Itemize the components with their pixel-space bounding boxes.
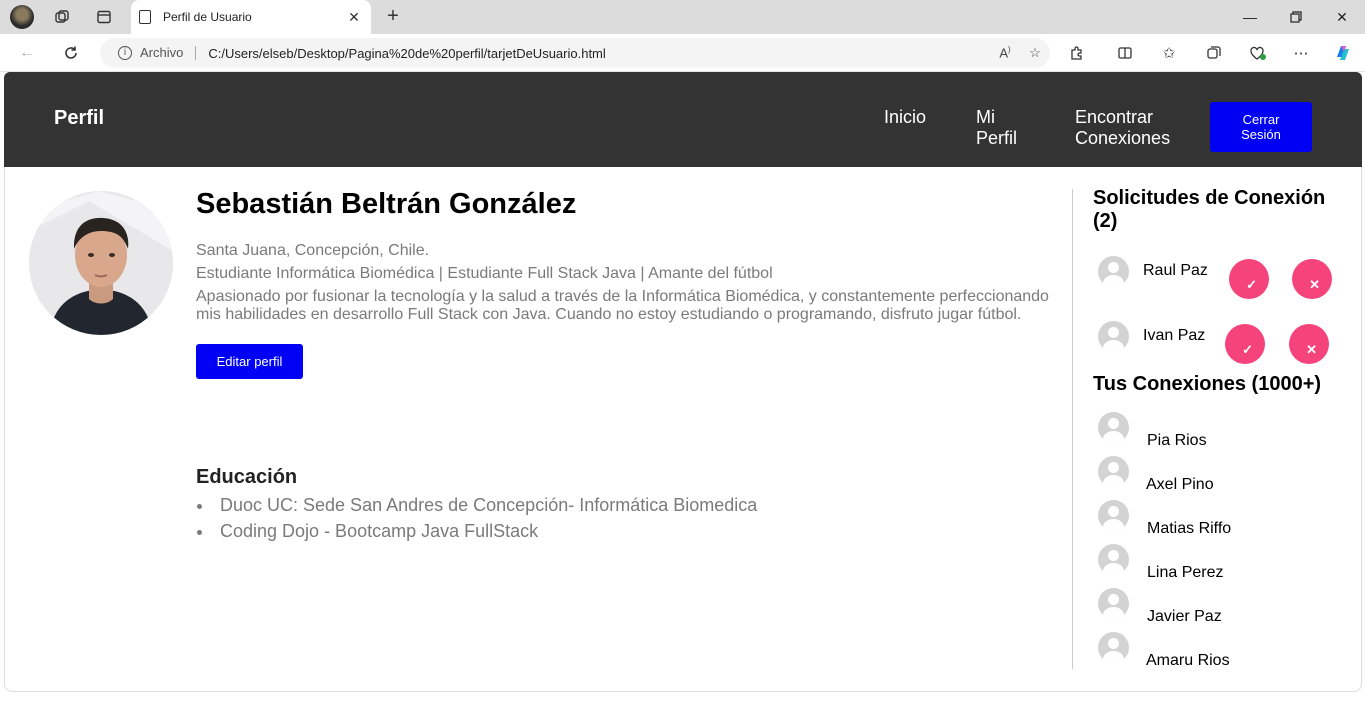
- connection-name[interactable]: Lina Perez: [1147, 564, 1224, 582]
- close-icon: ✕: [1306, 342, 1317, 357]
- connection-name[interactable]: Amaru Rios: [1146, 652, 1230, 670]
- nav-inicio-label: Inicio: [884, 107, 927, 127]
- sidebar-divider: [1072, 189, 1073, 669]
- site-info-icon[interactable]: i: [118, 46, 132, 60]
- connection-avatar: [1098, 588, 1129, 619]
- education-title: Educación: [196, 466, 298, 488]
- request-name[interactable]: Raul Paz: [1143, 262, 1208, 280]
- document-icon: [139, 10, 151, 24]
- vertical-tabs-icon[interactable]: [92, 5, 116, 29]
- profile-location: Santa Juana, Concepción, Chile.: [196, 242, 430, 259]
- reload-icon[interactable]: [58, 41, 84, 65]
- connection-avatar: [1098, 632, 1129, 663]
- reject-request-button[interactable]: ✕: [1292, 259, 1332, 299]
- minimize-icon[interactable]: —: [1227, 0, 1273, 34]
- favorites-icon[interactable]: ✩: [1156, 41, 1182, 65]
- connection-avatar: [1098, 500, 1129, 531]
- requests-title: Solicitudes de Conexión (2): [1093, 187, 1325, 233]
- browser-essentials-icon[interactable]: [1245, 41, 1271, 65]
- connection-name[interactable]: Pia Rios: [1147, 432, 1207, 450]
- nav-inicio[interactable]: Inicio: [884, 107, 926, 128]
- nav-mi-perfil-line1: Mi: [976, 107, 995, 127]
- url-field[interactable]: i Archivo C:/Users/elseb/Desktop/Pagina%…: [100, 38, 1050, 68]
- education-list: Duoc UC: Sede San Andres de Concepción- …: [196, 492, 757, 544]
- edit-profile-button[interactable]: Editar perfil: [196, 344, 303, 379]
- connection-name[interactable]: Axel Pino: [1146, 476, 1214, 494]
- url-scheme: Archivo: [140, 46, 197, 60]
- close-icon: ✕: [1309, 277, 1320, 292]
- logout-label-line2: Sesión: [1241, 127, 1281, 142]
- connection-avatar: [1098, 544, 1129, 575]
- address-bar: ← i Archivo C:/Users/elseb/Desktop/Pagin…: [0, 34, 1365, 72]
- profile-photo: [29, 191, 173, 335]
- profile-card: Sebastián Beltrán González Santa Juana, …: [4, 167, 1362, 692]
- url-text[interactable]: C:/Users/elseb/Desktop/Pagina%20de%20per…: [208, 46, 990, 61]
- back-icon[interactable]: ←: [14, 41, 40, 65]
- page: Perfil Inicio Mi Perfil Encontrar Conexi…: [4, 72, 1362, 713]
- collections-icon[interactable]: [1201, 41, 1227, 65]
- check-icon: ✓: [1242, 342, 1253, 357]
- site-header: Perfil Inicio Mi Perfil Encontrar Conexi…: [4, 72, 1362, 167]
- favorite-star-icon[interactable]: ☆: [1020, 45, 1050, 61]
- education-item: Duoc UC: Sede San Andres de Concepción- …: [196, 492, 757, 518]
- restore-icon[interactable]: [1273, 0, 1319, 34]
- profile-headline: Estudiante Informática Biomédica | Estud…: [196, 265, 773, 282]
- copilot-icon[interactable]: [1330, 41, 1356, 65]
- profile-name: Sebastián Beltrán González: [196, 188, 577, 220]
- profile-bio-line1: Apasionado por fusionar la tecnología y …: [196, 288, 1049, 305]
- check-icon: ✓: [1246, 277, 1257, 292]
- nav-encontrar-line1: Encontrar: [1075, 107, 1154, 127]
- more-options-icon[interactable]: ⋯: [1288, 41, 1314, 65]
- request-avatar: [1098, 256, 1129, 287]
- connection-name[interactable]: Javier Paz: [1147, 608, 1222, 626]
- nav-encontrar-line2: Conexiones: [1075, 128, 1171, 148]
- accept-request-button[interactable]: ✓: [1229, 259, 1269, 299]
- close-window-icon[interactable]: ✕: [1319, 0, 1365, 34]
- request-avatar: [1098, 321, 1129, 352]
- connection-avatar: [1098, 456, 1129, 487]
- education-item: Coding Dojo - Bootcamp Java FullStack: [196, 518, 757, 544]
- tab-title: Perfil de Usuario: [163, 10, 252, 24]
- nav-mi-perfil-line2: Perfil: [976, 128, 1018, 148]
- nav-mi-perfil[interactable]: Mi Perfil: [976, 107, 1017, 149]
- brand-title[interactable]: Perfil: [54, 107, 104, 130]
- extensions-icon[interactable]: [1064, 41, 1090, 65]
- logout-button[interactable]: Cerrar Sesión: [1210, 102, 1312, 152]
- requests-title-line2: (2): [1093, 210, 1118, 232]
- reject-request-button[interactable]: ✕: [1289, 324, 1329, 364]
- connection-name[interactable]: Matias Riffo: [1147, 520, 1231, 538]
- close-tab-icon[interactable]: ✕: [343, 9, 365, 26]
- workspaces-icon[interactable]: [50, 5, 74, 29]
- new-tab-icon[interactable]: +: [381, 5, 405, 29]
- requests-title-line1: Solicitudes de Conexión: [1093, 187, 1326, 209]
- connection-avatar: [1098, 412, 1129, 443]
- nav-encontrar-conexiones[interactable]: Encontrar Conexiones: [1075, 107, 1170, 149]
- logout-label-line1: Cerrar: [1242, 112, 1280, 127]
- split-screen-icon[interactable]: [1112, 41, 1138, 65]
- accept-request-button[interactable]: ✓: [1225, 324, 1265, 364]
- read-aloud-icon[interactable]: A): [990, 45, 1020, 60]
- profile-avatar-icon[interactable]: [10, 5, 34, 29]
- browser-tab-active[interactable]: Perfil de Usuario ✕: [131, 0, 371, 34]
- profile-bio-line2: mis habilidades en desarrollo Full Stack…: [196, 306, 1022, 323]
- connections-title: Tus Conexiones (1000+): [1093, 373, 1322, 395]
- request-name[interactable]: Ivan Paz: [1143, 327, 1205, 345]
- browser-tab-bar: Perfil de Usuario ✕ + — ✕: [0, 0, 1365, 34]
